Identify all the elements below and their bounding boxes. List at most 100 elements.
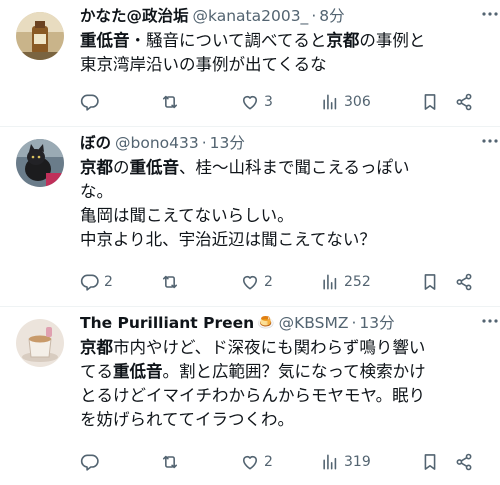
avatar[interactable] bbox=[16, 139, 64, 187]
separator-dot: · bbox=[201, 134, 207, 152]
more-icon[interactable] bbox=[480, 4, 500, 24]
tweet-text-line: 京都市内やけど、ド深夜にも関わらず鳴り響い bbox=[80, 336, 488, 360]
separator-dot: · bbox=[351, 314, 357, 332]
tweet-text-line: を妨げられててイラつくわ。 bbox=[80, 408, 488, 432]
share-button[interactable] bbox=[454, 452, 474, 472]
likes-count: 3 bbox=[264, 94, 273, 110]
user-handle[interactable]: @bono433 bbox=[115, 131, 199, 155]
text-segment: 、桂〜山科まで聞こえるっぽい bbox=[179, 158, 410, 177]
bookmark-icon bbox=[420, 92, 440, 112]
tweet-text-line: てる重低音。割と広範囲？気になって検索かけ bbox=[80, 360, 488, 384]
user-handle[interactable]: @KBSMZ bbox=[279, 311, 349, 335]
share-icon bbox=[454, 92, 474, 112]
likes-count: 2 bbox=[264, 274, 273, 290]
views-button[interactable]: 319 bbox=[320, 452, 371, 472]
bookmark-button[interactable] bbox=[420, 272, 440, 292]
text-segment: の事例と bbox=[359, 31, 426, 50]
replies-count: 2 bbox=[104, 274, 113, 290]
share-button[interactable] bbox=[454, 272, 474, 292]
tweet-text-line: 中京より北、宇治近辺は聞こえてない？ bbox=[80, 228, 488, 252]
retweet-icon bbox=[160, 452, 180, 472]
bookmark-icon bbox=[420, 272, 440, 292]
separator-dot: · bbox=[311, 7, 317, 25]
text-segment: ・騒音について調べてると bbox=[129, 31, 327, 50]
like-button[interactable]: 2 bbox=[240, 452, 273, 472]
reply-icon bbox=[80, 452, 100, 472]
highlighted-keyword: 重低音 bbox=[129, 158, 180, 177]
views-icon bbox=[320, 452, 340, 472]
timestamp[interactable]: 8分 bbox=[319, 4, 344, 28]
reply-icon bbox=[80, 272, 100, 292]
heart-icon bbox=[240, 92, 260, 112]
heart-icon bbox=[240, 452, 260, 472]
text-segment: 市内やけど、ド深夜にも関わらず鳴り響い bbox=[113, 338, 426, 357]
user-handle[interactable]: @kanata2003_ bbox=[193, 4, 309, 28]
timestamp[interactable]: 13分 bbox=[359, 311, 394, 335]
action-bar: 2 319 bbox=[80, 450, 488, 474]
action-bar: 2 2 252 bbox=[80, 270, 488, 294]
display-name[interactable]: ぼの bbox=[80, 131, 111, 155]
tweet-text: 京都市内やけど、ド深夜にも関わらず鳴り響い てる重低音。割と広範囲？気になって検索… bbox=[80, 336, 488, 432]
display-name[interactable]: The Purilliant Preen bbox=[80, 311, 254, 335]
tweet-header: The Purilliant Preen 🍮 @KBSMZ · 13分 bbox=[80, 311, 488, 335]
display-name[interactable]: かなた@政治垢 bbox=[80, 4, 189, 28]
action-bar: 3 306 bbox=[80, 90, 488, 114]
tweet[interactable]: ぼの @bono433 · 13分 京都の重低音、桂〜山科まで聞こえるっぽいな。… bbox=[0, 127, 500, 307]
avatar[interactable] bbox=[16, 12, 64, 60]
tweet-text-line: な。 bbox=[80, 180, 488, 204]
timestamp[interactable]: 13分 bbox=[210, 131, 245, 155]
custard-emoji: 🍮 bbox=[257, 315, 275, 331]
views-button[interactable]: 306 bbox=[320, 92, 371, 112]
text-segment: の bbox=[113, 158, 130, 177]
text-segment: とるけどイマイチわからんからモヤモヤ。眠り bbox=[80, 386, 426, 405]
highlighted-keyword: 重低音 bbox=[113, 362, 163, 381]
views-count: 252 bbox=[344, 274, 371, 290]
tweet-text-line: 東京湾岸沿いの事例が出てくるな bbox=[80, 53, 488, 77]
like-button[interactable]: 2 bbox=[240, 272, 273, 292]
tweet-text-line: 京都の重低音、桂〜山科まで聞こえるっぽい bbox=[80, 156, 488, 180]
views-icon bbox=[320, 92, 340, 112]
reply-button[interactable]: 2 bbox=[80, 272, 113, 292]
like-button[interactable]: 3 bbox=[240, 92, 273, 112]
views-count: 306 bbox=[344, 94, 371, 110]
tweet[interactable]: かなた@政治垢 @kanata2003_ · 8分 重低音・騒音について調べてる… bbox=[0, 0, 500, 127]
bookmark-icon bbox=[420, 452, 440, 472]
tweet[interactable]: The Purilliant Preen 🍮 @KBSMZ · 13分 京都市内… bbox=[0, 307, 500, 485]
highlighted-keyword: 京都 bbox=[80, 338, 113, 357]
avatar[interactable] bbox=[16, 319, 64, 367]
reply-button[interactable] bbox=[80, 92, 104, 112]
tweet-header: かなた@政治垢 @kanata2003_ · 8分 bbox=[80, 4, 488, 28]
share-icon bbox=[454, 452, 474, 472]
bookmark-button[interactable] bbox=[420, 92, 440, 112]
tweet-text-line: 亀岡は聞こえてないらしい。 bbox=[80, 204, 488, 228]
tweet-text: 京都の重低音、桂〜山科まで聞こえるっぽいな。亀岡は聞こえてないらしい。中京より北… bbox=[80, 156, 488, 252]
text-segment: 東京湾岸沿いの事例が出てくるな bbox=[80, 55, 327, 74]
tweet-text-line: 重低音・騒音について調べてると京都の事例と bbox=[80, 29, 488, 53]
retweet-button[interactable] bbox=[160, 452, 184, 472]
views-icon bbox=[320, 272, 340, 292]
likes-count: 2 bbox=[264, 454, 273, 470]
tweet-header: ぼの @bono433 · 13分 bbox=[80, 131, 488, 155]
tweet-text-line: とるけどイマイチわからんからモヤモヤ。眠り bbox=[80, 384, 488, 408]
heart-icon bbox=[240, 272, 260, 292]
share-button[interactable] bbox=[454, 92, 474, 112]
more-icon[interactable] bbox=[480, 311, 500, 331]
views-count: 319 bbox=[344, 454, 371, 470]
text-segment: 。割と広範囲？気になって検索かけ bbox=[162, 362, 426, 381]
more-icon[interactable] bbox=[480, 131, 500, 151]
reply-button[interactable] bbox=[80, 452, 104, 472]
retweet-button[interactable] bbox=[160, 92, 184, 112]
retweet-icon bbox=[160, 92, 180, 112]
text-segment: を妨げられててイラつくわ。 bbox=[80, 410, 295, 429]
share-icon bbox=[454, 272, 474, 292]
highlighted-keyword: 京都 bbox=[326, 31, 360, 50]
bookmark-button[interactable] bbox=[420, 452, 440, 472]
retweet-button[interactable] bbox=[160, 272, 184, 292]
text-segment: な。 bbox=[80, 182, 113, 201]
text-segment: 亀岡は聞こえてないらしい。 bbox=[80, 206, 294, 225]
text-segment: 中京より北、宇治近辺は聞こえてない？ bbox=[80, 230, 376, 249]
views-button[interactable]: 252 bbox=[320, 272, 371, 292]
reply-icon bbox=[80, 92, 100, 112]
highlighted-keyword: 重低音 bbox=[80, 31, 130, 50]
retweet-icon bbox=[160, 272, 180, 292]
